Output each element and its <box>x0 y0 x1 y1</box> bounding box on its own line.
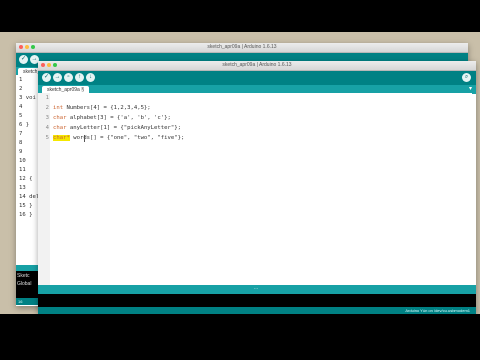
front-window-titlebar[interactable]: sketch_apr09a | Arduino 1.6.13 <box>38 61 476 71</box>
back-code-line: 7 <box>19 131 23 137</box>
back-code-line: 14 del <box>19 194 40 200</box>
front-window-bottombar: Arduino Yún on /dev/cu.usbmodem1 <box>38 307 476 314</box>
line-number: 2 <box>45 105 49 111</box>
verify-button[interactable]: ✓ <box>42 73 51 82</box>
back-code-line: 3 voi <box>19 95 36 101</box>
code-keyword: char <box>53 125 67 131</box>
back-code-line: 1 <box>19 77 23 83</box>
back-code-line: 10 <box>19 158 26 164</box>
verify-button[interactable]: ✓ <box>19 55 28 64</box>
code-text: alphabet[3] = {'a', 'b', 'c'}; <box>66 115 171 121</box>
line-number: 5 <box>45 135 49 141</box>
code-keyword: int <box>53 105 64 111</box>
resize-handle-icon[interactable]: ⋯ <box>253 287 259 292</box>
front-window-toolbar: ✓ → ▫ ↑ ↓ ⌕ <box>38 71 476 85</box>
back-code-line: 5 <box>19 113 23 119</box>
console-line: Global <box>17 281 32 287</box>
output-console <box>38 294 476 307</box>
code-text: anyLetter[1] = {"pickAnyLetter"}; <box>66 125 181 131</box>
code-text: words[] = {"one", "two", "five"}; <box>69 135 185 141</box>
line-number: 1 <box>45 95 49 101</box>
back-code-line: 6 } <box>19 122 30 128</box>
code-line: char anyLetter[1] = {"pickAnyLetter"}; <box>53 125 181 131</box>
code-line: int Numbers[4] = {1,2,3,4,5}; <box>53 105 151 111</box>
back-code-line: 15 } <box>19 203 33 209</box>
text-cursor <box>84 135 85 142</box>
back-code-line: 8 <box>19 140 23 146</box>
board-port-status: Arduino Yún on /dev/cu.usbmodem1 <box>405 308 470 313</box>
save-sketch-button[interactable]: ↓ <box>86 73 95 82</box>
back-window-titlebar[interactable]: sketch_apr09a | Arduino 1.6.13 <box>16 43 468 53</box>
code-text: Numbers[4] = {1,2,3,4,5}; <box>63 105 151 111</box>
line-number-gutter: 1 2 3 4 5 <box>38 93 50 285</box>
tab-menu-icon[interactable]: ▾ <box>469 86 472 93</box>
desktop: sketch_apr09a | Arduino 1.6.13 ✓ → sketc… <box>0 32 480 314</box>
back-line-indicator: 16 <box>18 299 23 304</box>
back-code-line: 12 { <box>19 176 33 182</box>
back-code-line: 2 <box>19 86 23 92</box>
back-code-line: 13 <box>19 185 26 191</box>
back-code-line: 9 <box>19 149 23 155</box>
code-line: char alphabet[3] = {'a', 'b', 'c'}; <box>53 115 171 121</box>
back-window-title: sketch_apr09a | Arduino 1.6.13 <box>207 44 277 50</box>
highlighted-keyword: char* <box>53 135 70 141</box>
code-line: char* words[] = {"one", "two", "five"}; <box>53 135 184 141</box>
front-arduino-window: sketch_apr09a | Arduino 1.6.13 ✓ → ▫ ↑ ↓… <box>38 61 476 314</box>
line-number: 4 <box>45 125 49 131</box>
back-code-line: 11 <box>19 167 26 173</box>
open-sketch-button[interactable]: ↑ <box>75 73 84 82</box>
back-code-line: 16 } <box>19 212 33 218</box>
back-code-line: 4 <box>19 104 23 110</box>
upload-button[interactable]: → <box>53 73 62 82</box>
code-keyword: char <box>53 115 67 121</box>
code-editor[interactable]: 1 2 3 4 5 int Numbers[4] = {1,2,3,4,5}; … <box>38 93 472 285</box>
console-line: Sketc <box>17 273 30 279</box>
serial-monitor-button[interactable]: ⌕ <box>462 73 471 82</box>
line-number: 3 <box>45 115 49 121</box>
new-sketch-button[interactable]: ▫ <box>64 73 73 82</box>
front-window-title: sketch_apr09a | Arduino 1.6.13 <box>222 62 292 68</box>
